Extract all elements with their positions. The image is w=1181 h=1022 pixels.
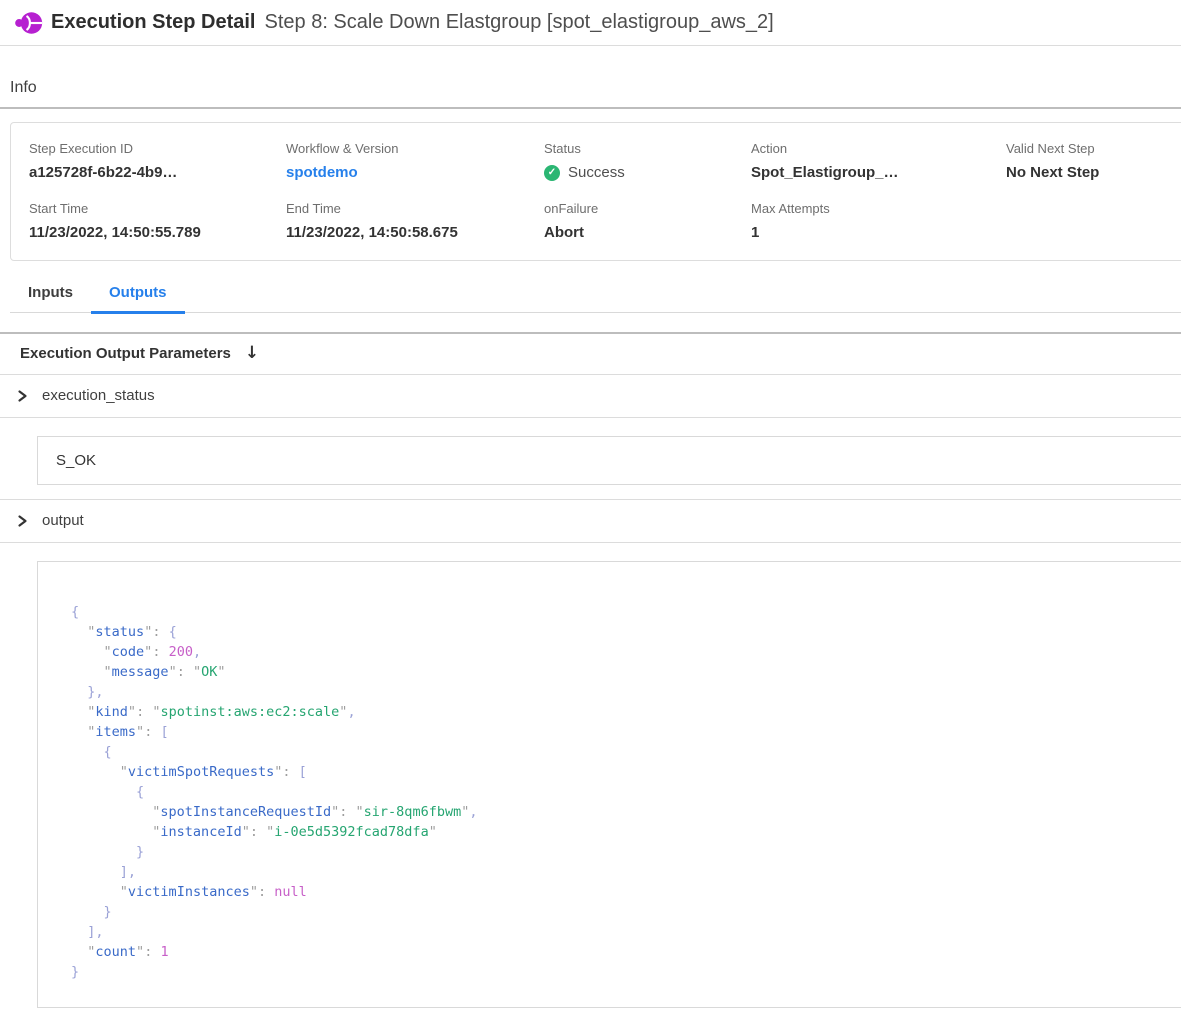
output-parameters-title: Execution Output Parameters	[20, 345, 231, 362]
tab-outputs[interactable]: Outputs	[91, 275, 185, 314]
info-field-label: Status	[544, 140, 751, 157]
info-field-value: 11/23/2022, 14:50:55.789	[29, 223, 286, 242]
json-output-code: { "status": { "code": 200, "message": "O…	[71, 602, 1181, 982]
info-field-label: onFailure	[544, 200, 751, 217]
param-block: output { "status": { "code": 200, "messa…	[0, 500, 1181, 1022]
success-status-icon: ✓	[544, 165, 560, 181]
param-value-wrap: S_OK	[0, 418, 1181, 499]
info-field-value: a125728f-6b22-4b9…	[29, 163, 286, 182]
param-value-box: S_OK	[37, 436, 1181, 485]
info-field-label: End Time	[286, 200, 544, 217]
info-field-value-text: 1	[751, 223, 759, 242]
info-field-value: Abort	[544, 223, 751, 242]
info-field: Action Spot_Elastigroup_…	[751, 140, 1006, 182]
param-name: output	[42, 512, 84, 529]
info-field: Workflow & Version spotdemo	[286, 140, 544, 182]
info-field-value: Spot_Elastigroup_…	[751, 163, 1006, 182]
info-field-value: 11/23/2022, 14:50:58.675	[286, 223, 544, 242]
info-field: Valid Next Step No Next Step	[1006, 140, 1181, 182]
info-field-label: Workflow & Version	[286, 140, 544, 157]
info-card: Step Execution ID a125728f-6b22-4b9… Wor…	[10, 122, 1181, 261]
info-field-value: ✓ Success	[544, 163, 751, 182]
chevron-right-icon	[16, 514, 29, 528]
info-field-value-text: Abort	[544, 223, 584, 242]
header-divider	[0, 45, 1181, 46]
info-field: Max Attempts 1	[751, 200, 1006, 242]
info-heading: Info	[10, 79, 1181, 97]
output-parameters-header: Execution Output Parameters ↓	[0, 334, 1181, 374]
info-divider	[0, 107, 1181, 109]
info-field-label: Max Attempts	[751, 200, 1006, 217]
chevron-right-icon	[16, 389, 29, 403]
info-field-label: Valid Next Step	[1006, 140, 1181, 157]
param-block: execution_status S_OK	[0, 375, 1181, 500]
param-value-wrap: { "status": { "code": 200, "message": "O…	[0, 543, 1181, 1022]
info-field-label: Start Time	[29, 200, 286, 217]
page-title: Execution Step Detail	[51, 11, 256, 34]
arrow-down-icon[interactable]: ↓	[245, 345, 259, 362]
info-field: Status ✓ Success	[544, 140, 751, 182]
params-list: execution_status S_OK output { "status":…	[0, 375, 1181, 1022]
info-field-value-text: No Next Step	[1006, 163, 1099, 182]
info-field: Start Time 11/23/2022, 14:50:55.789	[29, 200, 286, 242]
info-field-value-text: Spot_Elastigroup_…	[751, 163, 899, 182]
info-field-label: Action	[751, 140, 1006, 157]
info-field-value: No Next Step	[1006, 163, 1181, 182]
tab-inputs[interactable]: Inputs	[10, 275, 91, 314]
param-header-output[interactable]: output	[0, 500, 1181, 542]
param-value-box: { "status": { "code": 200, "message": "O…	[37, 561, 1181, 1008]
page-subtitle: Step 8: Scale Down Elastgroup [spot_elas…	[265, 11, 774, 34]
param-header-execution_status[interactable]: execution_status	[0, 375, 1181, 417]
tabs: Inputs Outputs	[10, 275, 1181, 313]
info-field-value-text[interactable]: spotdemo	[286, 163, 358, 182]
info-field-value-text: a125728f-6b22-4b9…	[29, 163, 177, 182]
info-field: onFailure Abort	[544, 200, 751, 242]
info-field: Step Execution ID a125728f-6b22-4b9…	[29, 140, 286, 182]
info-field-value-text: 11/23/2022, 14:50:55.789	[29, 223, 201, 242]
info-field-value-text: 11/23/2022, 14:50:58.675	[286, 223, 458, 242]
info-field-value: 1	[751, 223, 1006, 242]
info-field-label: Step Execution ID	[29, 140, 286, 157]
info-field-value-text: Success	[568, 163, 625, 182]
info-field-value: spotdemo	[286, 163, 544, 182]
spot-logo-icon	[15, 11, 43, 35]
page-header: Execution Step Detail Step 8: Scale Down…	[0, 0, 1181, 45]
param-name: execution_status	[42, 387, 155, 404]
info-field: End Time 11/23/2022, 14:50:58.675	[286, 200, 544, 242]
